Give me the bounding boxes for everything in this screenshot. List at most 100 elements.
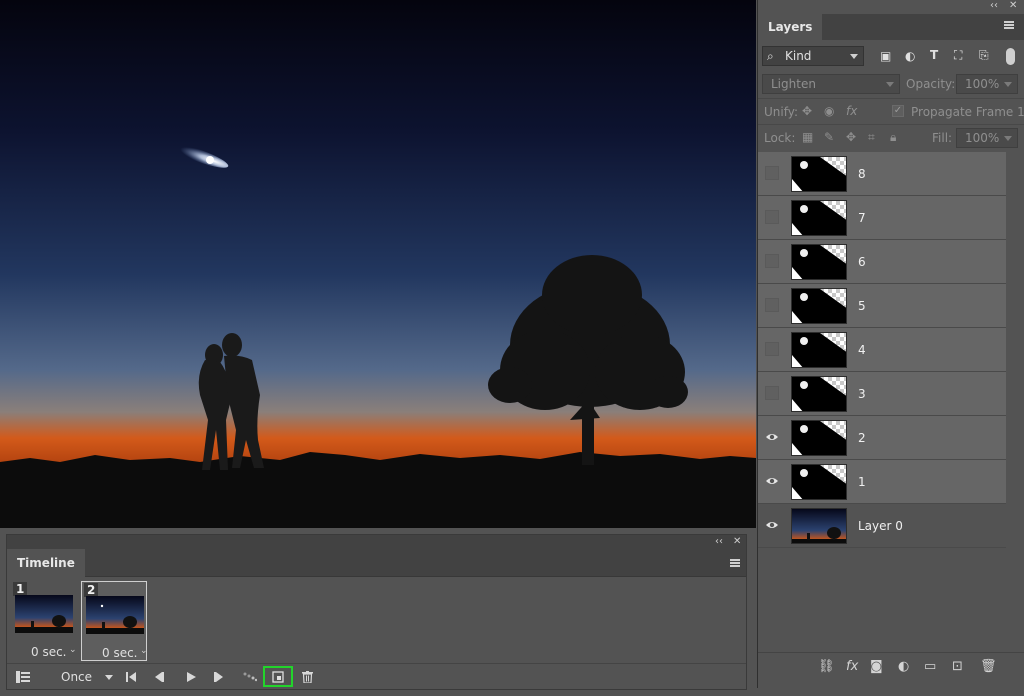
layer-row[interactable]: 7 [758,196,1006,240]
fill-label: Fill: [932,131,953,145]
new-layer-icon[interactable]: ⊡ [952,659,963,675]
layer-list: 8 7 6 5 4 3 2 1 Layer 0 [758,152,1006,548]
collapse-panel-icon[interactable]: ‹‹ [715,535,723,549]
loop-option-value: Once [61,670,93,684]
layer-thumbnail [791,244,847,280]
new-group-icon[interactable]: ▭ [924,659,936,675]
layer-row[interactable]: 1 [758,460,1006,504]
unify-position-icon[interactable]: ✥ [802,104,812,118]
lock-position-icon[interactable]: ✥ [846,130,856,144]
link-layers-icon[interactable]: ⛓ [818,659,835,675]
animation-frame-2[interactable]: 2 0 sec. ⌄ [81,581,148,661]
layer-thumbnail [791,376,847,412]
layer-thumbnail [791,464,847,500]
layer-row[interactable]: 2 [758,416,1006,460]
layer-row[interactable]: Layer 0 [758,504,1006,548]
propagate-label: Propagate Frame 1 [911,105,1024,119]
timeline-controls: Once [7,663,746,689]
chevron-down-icon [1004,82,1012,87]
image-filter-icon[interactable]: ▣ [880,49,891,63]
layer-thumbnail [791,200,847,236]
adjustment-layer-icon[interactable]: ◐ [898,659,909,675]
layer-mask-icon[interactable]: ◙ [870,659,883,675]
lock-row: Lock: ▦ ✎ ✥ ⌗ 🔒︎ Fill: 100% [758,124,1024,150]
visibility-toggle[interactable] [765,254,779,268]
unify-visibility-icon[interactable]: ◉ [824,104,834,118]
frame-delay[interactable]: 0 sec. [31,645,67,659]
lock-artboard-icon[interactable]: ⌗ [868,130,875,145]
eye-icon[interactable] [765,430,779,444]
new-frame-icon [272,670,284,683]
frame-number: 1 [13,582,28,596]
layer-thumbnail [791,288,847,324]
adjustment-filter-icon[interactable]: ◐ [905,49,915,63]
filter-toggle[interactable] [1006,48,1015,65]
layer-row[interactable]: 5 [758,284,1006,328]
layer-list-scrollbar[interactable] [1006,152,1024,648]
frame-thumbnail [15,595,73,633]
trash-icon[interactable] [299,668,315,686]
duplicate-frame-button[interactable] [263,666,293,687]
fill-field[interactable]: 100% [956,128,1018,148]
eye-icon[interactable] [765,518,779,532]
tab-layers[interactable]: Layers [758,14,823,40]
panel-menu-icon[interactable] [730,559,740,567]
collapse-panel-icon[interactable]: ‹‹ [990,0,998,11]
layers-panel: ‹‹ ✕ Layers ⌕ Kind ▣ ◐ T ⛶ ⎘ Lighten Opa… [757,0,1024,688]
play-icon[interactable] [183,668,199,686]
visibility-toggle[interactable] [765,298,779,312]
opacity-field[interactable]: 100% [956,74,1018,94]
layer-thumbnail [791,156,847,192]
layer-row[interactable]: 6 [758,240,1006,284]
tween-icon[interactable] [241,668,259,686]
animation-frame-1[interactable]: 1 0 sec. ⌄ [11,581,77,661]
layer-name: 4 [858,343,866,357]
visibility-toggle[interactable] [765,386,779,400]
visibility-toggle[interactable] [765,342,779,356]
chevron-down-icon[interactable]: ⌄ [69,645,77,655]
frame-number: 2 [84,583,99,597]
layer-row[interactable]: 8 [758,152,1006,196]
unify-row: Unify: ✥ ◉ fx ✓ Propagate Frame 1 [758,98,1024,124]
eye-icon[interactable] [765,474,779,488]
first-frame-icon[interactable] [123,668,139,686]
trash-icon[interactable]: 🗑︎ [980,659,997,675]
close-panel-icon[interactable]: ✕ [1009,0,1017,11]
shape-filter-icon[interactable]: ⛶ [954,48,962,63]
unify-label: Unify: [764,105,799,119]
filter-kind-select[interactable]: ⌕ Kind [762,46,864,66]
close-panel-icon[interactable]: ✕ [733,535,741,549]
next-frame-icon[interactable] [211,668,227,686]
propagate-checkbox[interactable]: ✓ [892,105,904,117]
previous-frame-icon[interactable] [151,668,167,686]
filter-kind-value: Kind [785,49,812,63]
lock-all-icon[interactable]: 🔒︎ [890,130,896,145]
layer-row[interactable]: 4 [758,328,1006,372]
type-filter-icon[interactable]: T [930,48,938,62]
chevron-down-icon[interactable]: ⌄ [140,646,148,656]
smart-object-filter-icon[interactable]: ⎘ [979,48,989,63]
convert-to-video-timeline-icon[interactable] [15,668,31,686]
frame-delay[interactable]: 0 sec. [102,646,138,660]
fill-value: 100% [965,131,1000,145]
frame-strip: 1 0 sec. ⌄ 2 0 sec. ⌄ [7,577,746,663]
chevron-down-icon [850,54,858,59]
layer-style-icon[interactable]: fx [846,659,858,675]
tab-timeline[interactable]: Timeline [7,549,85,577]
unify-style-icon[interactable]: fx [846,104,857,118]
visibility-toggle[interactable] [765,166,779,180]
layer-row[interactable]: 3 [758,372,1006,416]
lock-paint-icon[interactable]: ✎ [824,130,834,144]
visibility-toggle[interactable] [765,210,779,224]
lock-transparent-icon[interactable]: ▦ [802,130,813,144]
chevron-down-icon [105,675,113,680]
chevron-down-icon [1004,136,1012,141]
loop-options-select[interactable]: Once [45,668,117,686]
blend-mode-select[interactable]: Lighten [762,74,900,94]
blend-mode-value: Lighten [771,77,816,91]
ground-silhouette [0,452,756,528]
layer-name: 6 [858,255,866,269]
document-canvas[interactable] [0,0,756,528]
panel-menu-icon[interactable] [1004,21,1014,29]
layers-tab-row: Layers [758,14,1024,40]
